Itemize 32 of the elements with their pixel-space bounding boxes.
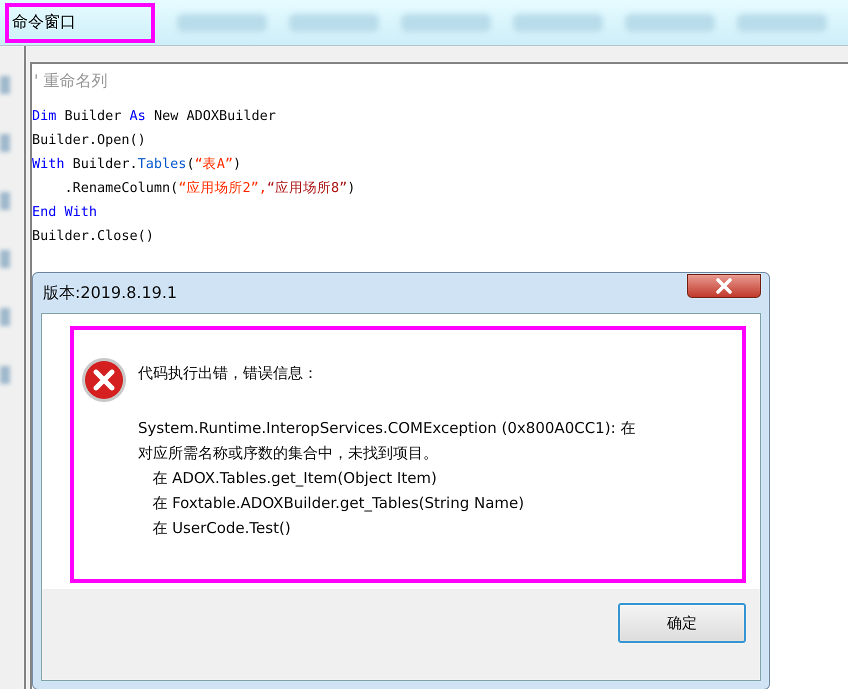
code-line: Builder.Close() bbox=[32, 227, 155, 246]
code-editor[interactable] bbox=[30, 62, 848, 689]
blurred-tab[interactable] bbox=[513, 14, 603, 32]
code-comment: ' 重命名列 bbox=[33, 70, 108, 92]
ok-button[interactable]: 确定 bbox=[618, 603, 746, 643]
blurred-tab[interactable] bbox=[289, 14, 379, 32]
blurred-tab[interactable] bbox=[625, 14, 715, 32]
error-message-line: 在 UserCode.Test() bbox=[151, 518, 292, 539]
blurred-mark bbox=[0, 134, 10, 152]
error-message-line: 在 Foxtable.ADOXBuilder.get_Tables(String Name) bbox=[151, 493, 526, 514]
error-icon bbox=[80, 356, 128, 404]
code-line: Builder.Open() bbox=[32, 131, 147, 150]
error-message-line: System.Runtime.InteropServices.COMException (0x800A0CC1): 在 bbox=[138, 418, 636, 439]
error-message-line: 对应所需名称或序数的集合中，未找到项目。 bbox=[138, 443, 439, 464]
close-icon bbox=[713, 278, 735, 294]
close-button[interactable] bbox=[687, 274, 761, 298]
code-line: End With bbox=[32, 203, 98, 222]
dialog-title: 版本:2019.8.19.1 bbox=[42, 282, 178, 304]
blurred-tab[interactable] bbox=[401, 14, 491, 32]
code-line: .RenameColumn(“应用场所2”,“应用场所8”) bbox=[64, 179, 356, 198]
blurred-mark bbox=[0, 192, 10, 210]
blurred-mark bbox=[0, 76, 10, 94]
blurred-mark bbox=[0, 308, 10, 326]
blurred-tab[interactable] bbox=[737, 14, 827, 32]
error-message-line: 在 ADOX.Tables.get_Item(Object Item) bbox=[151, 468, 438, 489]
error-heading: 代码执行出错，错误信息： bbox=[138, 364, 319, 384]
code-line: With Builder.Tables(“表A”) bbox=[32, 155, 242, 174]
blurred-mark bbox=[0, 366, 10, 384]
blurred-mark bbox=[0, 250, 10, 268]
command-window-label: 命令窗口 bbox=[11, 12, 76, 33]
blurred-tab[interactable] bbox=[177, 14, 267, 32]
code-line: Dim Builder As New ADOXBuilder bbox=[32, 107, 277, 126]
